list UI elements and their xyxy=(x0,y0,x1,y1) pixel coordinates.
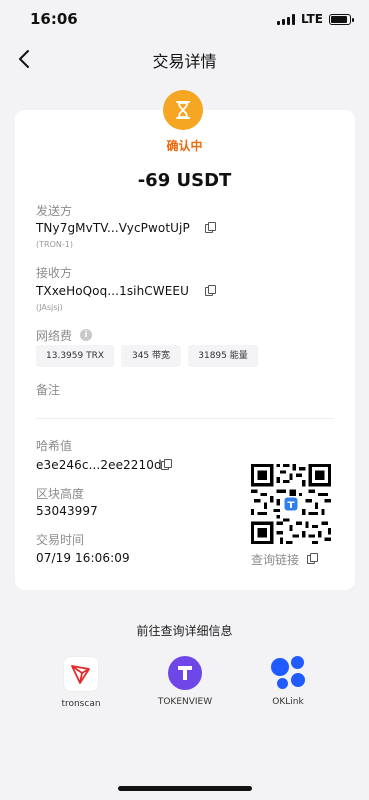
fee-chip-energy: 31895 能量 xyxy=(188,345,258,367)
tokenview-logo-icon xyxy=(168,656,202,690)
qr-code[interactable] xyxy=(251,464,331,544)
receiver-label: 接收方 xyxy=(36,266,73,280)
explorer-name: tronscan xyxy=(61,699,101,709)
explorer-name: OKLink xyxy=(272,697,304,707)
query-link-button[interactable]: 查询链接 xyxy=(251,551,299,568)
tx-time-label: 交易时间 xyxy=(36,533,85,547)
page-title: 交易详情 xyxy=(152,52,217,71)
hash-value[interactable]: e3e246c...2ee2210d xyxy=(36,458,162,472)
block-height-value: 53043997 xyxy=(36,504,98,518)
status-text: 确认中 xyxy=(166,139,203,153)
divider xyxy=(36,418,334,419)
nav-header: 交易详情 xyxy=(0,40,369,78)
signal-icon xyxy=(276,13,295,25)
hourglass-icon xyxy=(163,90,203,130)
query-link-label: 查询链接 xyxy=(251,553,300,567)
sender-address[interactable]: TNy7gMvTV...VycPwotUjP xyxy=(36,221,190,235)
amount: -69 USDT xyxy=(137,170,232,191)
status-bar: 16:06 LTE xyxy=(0,0,369,40)
explorer-name: TOKENVIEW xyxy=(157,697,213,707)
network-label: LTE xyxy=(300,12,323,26)
qr-code-icon xyxy=(251,464,331,544)
tronscan-logo-icon xyxy=(63,656,99,692)
home-indicator xyxy=(118,786,252,791)
sender-network: (TRON-1) xyxy=(36,240,73,249)
receiver-name: (JAsjsj) xyxy=(36,303,63,312)
copy-icon[interactable] xyxy=(307,553,318,564)
block-height-label: 区块高度 xyxy=(36,487,85,501)
battery-icon xyxy=(329,13,354,25)
copy-icon[interactable] xyxy=(161,459,172,470)
status-icons: LTE xyxy=(276,12,354,26)
oklink-logo-icon xyxy=(271,656,305,690)
hash-label: 哈希值 xyxy=(36,439,73,453)
copy-icon[interactable] xyxy=(205,285,216,296)
tx-time-value: 07/19 16:06:09 xyxy=(36,551,130,565)
status-time: 16:06 xyxy=(30,10,78,28)
explorer-oklink[interactable]: OKLink xyxy=(253,656,323,716)
fee-chip-trx: 13.3959 TRX xyxy=(36,345,114,367)
fee-label: 网络费 xyxy=(36,329,73,343)
explorer-tronscan[interactable]: tronscan xyxy=(46,656,116,716)
sender-label: 发送方 xyxy=(36,204,73,218)
memo-label: 备注 xyxy=(36,383,61,397)
receiver-address[interactable]: TXxeHoQoq...1sihCWEEU xyxy=(36,284,189,298)
explorer-section-title: 前往查询详细信息 xyxy=(136,624,233,638)
fee-chip-bandwidth: 345 带宽 xyxy=(121,345,181,367)
explorer-tokenview[interactable]: TOKENVIEW xyxy=(150,656,220,716)
info-icon[interactable]: i xyxy=(80,329,92,341)
copy-icon[interactable] xyxy=(205,222,216,233)
